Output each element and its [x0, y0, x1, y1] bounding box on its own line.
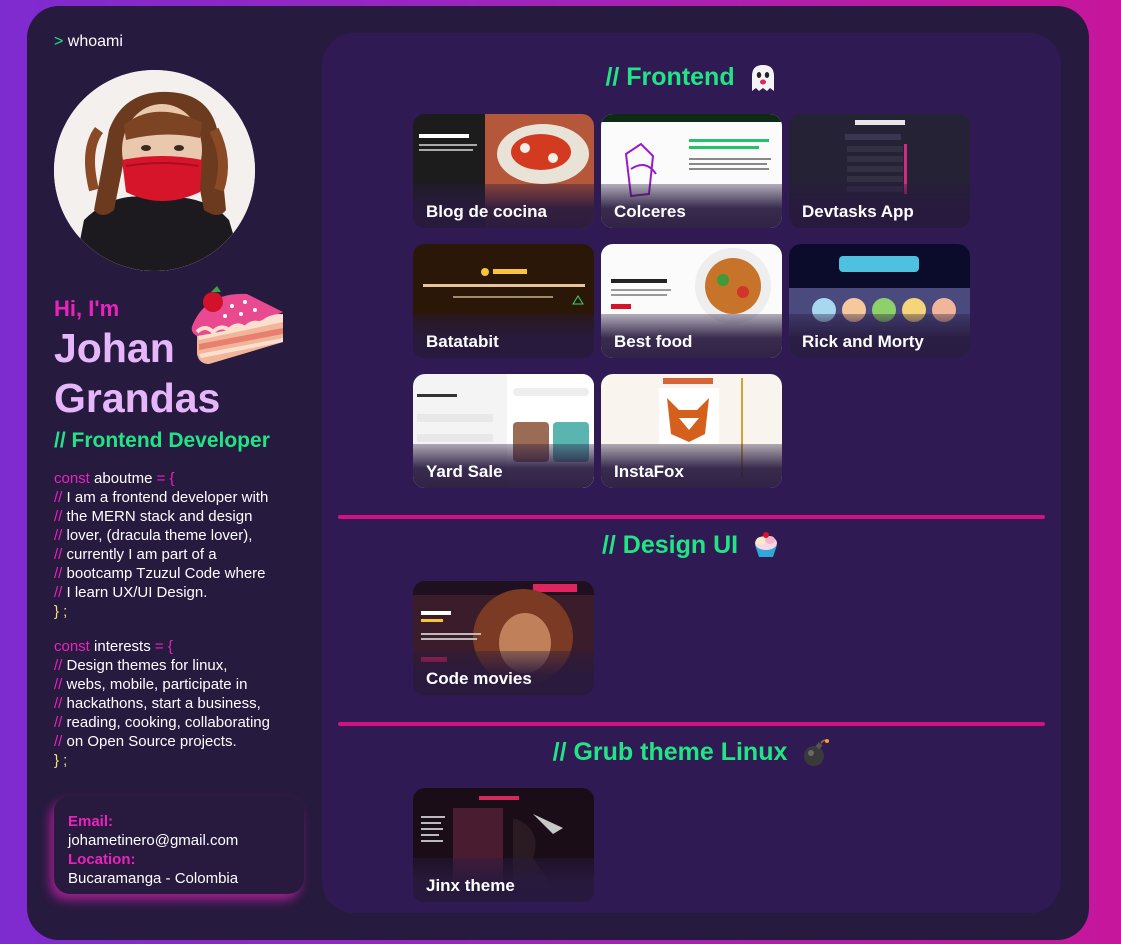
prompt-symbol: >: [54, 33, 64, 50]
aboutme-line: // I am a frontend developer with: [54, 489, 269, 506]
terminal-prompt: > whoami: [54, 33, 123, 51]
project-card-colceres[interactable]: Colceres: [601, 114, 782, 228]
project-label: Rick and Morty: [802, 332, 924, 351]
project-label: Best food: [614, 332, 693, 351]
project-label: Batatabit: [426, 332, 499, 351]
email-label: Email:: [68, 813, 114, 830]
prompt-text: whoami: [67, 33, 123, 50]
section-divider: [338, 722, 1045, 726]
aboutme-declaration: const aboutme = {: [54, 470, 175, 487]
aboutme-line: // the MERN stack and design: [54, 508, 253, 525]
interests-line: // reading, cooking, collaborating: [54, 714, 270, 731]
project-card-jinx-theme[interactable]: Jinx theme: [413, 788, 594, 902]
ghost-icon: [751, 65, 774, 92]
interests-text: webs, mobile, participate in: [62, 676, 248, 693]
interests-line: // Design themes for linux,: [54, 657, 228, 674]
interests-text: hackathons, start a business,: [62, 695, 261, 712]
aboutme-line: // I learn UX/UI Design.: [54, 584, 208, 601]
email-value[interactable]: johametinero@gmail.com: [68, 831, 290, 850]
aboutme-text: currently I am part of a: [62, 546, 217, 563]
location-label: Location:: [68, 851, 136, 868]
project-card-code-movies[interactable]: Code movies: [413, 581, 594, 695]
project-label: Colceres: [614, 202, 686, 221]
project-label: Blog de cocina: [426, 202, 547, 221]
cake-slice-icon: [191, 286, 283, 364]
greeting: Hi, I'm: [54, 296, 120, 321]
aboutme-close: } ;: [54, 603, 68, 620]
aboutme-text: I am a frontend developer with: [62, 489, 269, 506]
project-label: Jinx theme: [426, 876, 515, 895]
section-title-grub-theme: // Grub theme Linux: [322, 738, 1061, 768]
project-card-rick-and-morty[interactable]: Rick and Morty: [789, 244, 970, 358]
project-card-yard-sale[interactable]: Yard Sale: [413, 374, 594, 488]
page-frame: > whoami Hi, I'm Johan Grandas // Fronte…: [27, 6, 1089, 940]
project-card-batatabit[interactable]: Batatabit: [413, 244, 594, 358]
interests-line: // hackathons, start a business,: [54, 695, 261, 712]
interests-close: } ;: [54, 752, 68, 769]
aboutme-line: // currently I am part of a: [54, 546, 217, 563]
contact-card: Email: johametinero@gmail.com Location: …: [54, 796, 304, 894]
aboutme-text: the MERN stack and design: [62, 508, 253, 525]
aboutme-text: lover, (dracula theme lover),: [62, 527, 253, 544]
interests-text: on Open Source projects.: [62, 733, 237, 750]
interests-declaration: const interests = {: [54, 638, 173, 655]
bomb-icon: [804, 739, 830, 767]
last-name: Grandas: [54, 375, 221, 421]
section-title-design-ui: // Design UI: [322, 531, 1061, 561]
project-label: Code movies: [426, 669, 532, 688]
profile-sidebar: > whoami Hi, I'm Johan Grandas // Fronte…: [27, 6, 322, 940]
section-title-frontend: // Frontend: [322, 63, 1061, 93]
aboutme-text: I learn UX/UI Design.: [62, 584, 208, 601]
project-card-best-food[interactable]: Best food: [601, 244, 782, 358]
project-card-instafox[interactable]: InstaFox: [601, 374, 782, 488]
aboutme-text: bootcamp Tzuzul Code where: [62, 565, 266, 582]
project-label: InstaFox: [614, 462, 684, 481]
project-card-devtasks-app[interactable]: Devtasks App: [789, 114, 970, 228]
aboutme-line: // bootcamp Tzuzul Code where: [54, 565, 266, 582]
interests-text: reading, cooking, collaborating: [62, 714, 270, 731]
interests-line: // on Open Source projects.: [54, 733, 237, 750]
interests-text: Design themes for linux,: [62, 657, 228, 674]
about-code-block: const aboutme = { // I am a frontend dev…: [54, 469, 314, 770]
section-divider: [338, 515, 1045, 519]
job-title: // Frontend Developer: [54, 429, 270, 452]
projects-panel: // Frontend Blog de cocina Colceres Devt…: [322, 33, 1061, 913]
aboutme-line: // lover, (dracula theme lover),: [54, 527, 253, 544]
interests-line: // webs, mobile, participate in: [54, 676, 248, 693]
ice-cream-icon: [755, 532, 778, 558]
location-value: Bucaramanga - Colombia: [68, 870, 239, 887]
project-label: Devtasks App: [802, 202, 914, 221]
project-card-blog-de-cocina[interactable]: Blog de cocina: [413, 114, 594, 228]
project-label: Yard Sale: [426, 462, 503, 481]
avatar: [54, 70, 255, 271]
